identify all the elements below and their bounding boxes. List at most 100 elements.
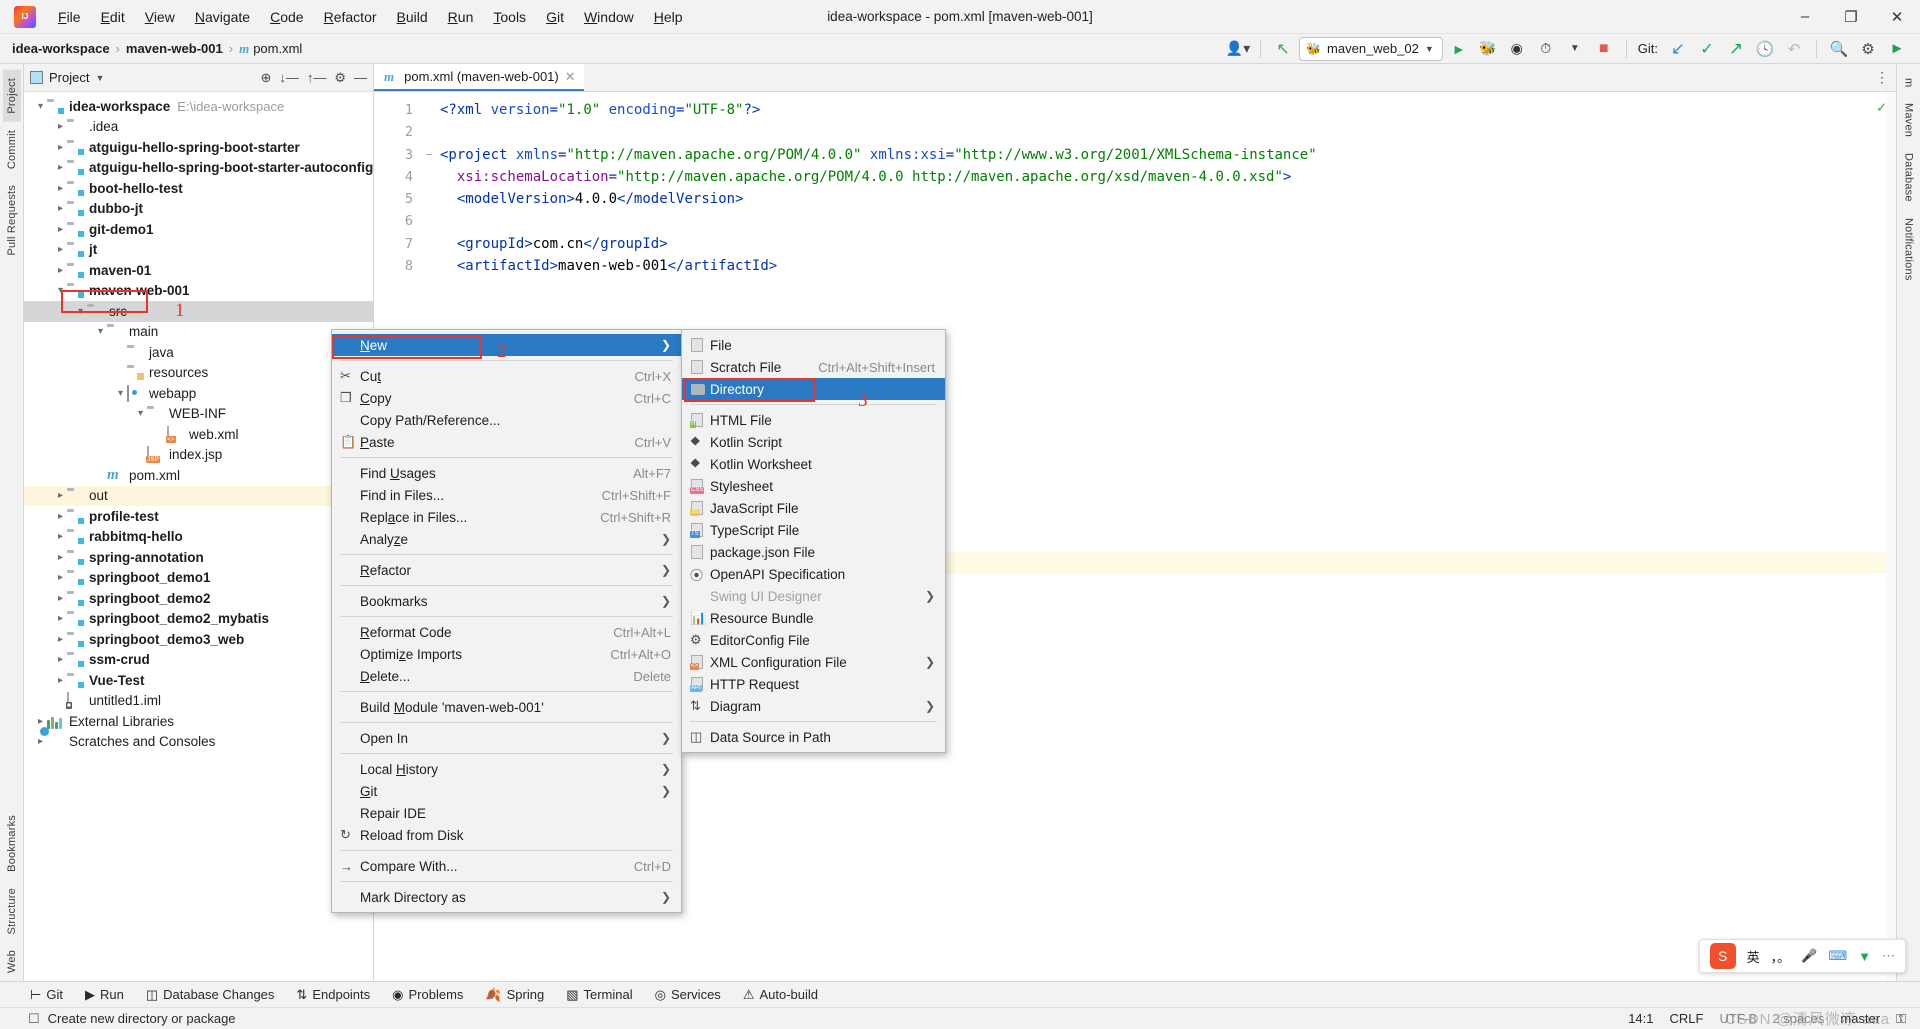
tree-node-git-demo1[interactable]: ▸ git-demo1 [24,219,373,240]
tree-toggle-icon[interactable]: ▸ [54,675,67,686]
tree-node-scratches-and-consoles[interactable]: ▸ Scratches and Consoles [24,732,373,753]
git-rollback-icon[interactable]: ↶ [1781,37,1807,61]
new-submenu-item-http-request[interactable]: API HTTP Request [682,673,945,695]
punctuation-icon[interactable]: ，。 [1771,947,1791,966]
tree-node-springboot-demo2[interactable]: ▸ springboot_demo2 [24,588,373,609]
tree-toggle-icon[interactable]: ▸ [54,634,67,645]
tree-toggle-icon[interactable]: ▾ [54,285,67,296]
fold-marker[interactable]: − [422,144,436,166]
tree-toggle-icon[interactable]: ▸ [54,531,67,542]
project-tree[interactable]: ▾ idea-workspace E:\idea-workspace ▸ .idea ▸ a… [24,92,373,981]
sidebar-item-commit[interactable]: Commit [3,122,21,177]
breadcrumb-pom-xml[interactable]: pom.xml [253,41,302,56]
tree-node-web-inf[interactable]: ▾ WEB-INF [24,404,373,425]
tree-node-idea-workspace[interactable]: ▾ idea-workspace E:\idea-workspace [24,96,373,117]
git-commit-icon[interactable]: ✓ [1694,37,1720,61]
tree-node-ssm-crud[interactable]: ▸ ssm-crud [24,650,373,671]
context-menu-item-analyze[interactable]: Analyze ❯ [332,528,681,550]
tree-node--idea[interactable]: ▸ .idea [24,117,373,138]
tree-toggle-icon[interactable]: ▸ [54,265,67,276]
new-submenu-item-html-file[interactable]: H HTML File [682,409,945,431]
sidebar-item-structure[interactable]: Structure [3,880,21,942]
more-icon[interactable]: ⋯ [1882,948,1895,964]
tree-toggle-icon[interactable]: ▸ [54,121,67,132]
tree-toggle-icon[interactable]: ▸ [54,572,67,583]
tree-toggle-icon[interactable]: ▸ [34,716,47,727]
tree-toggle-icon[interactable]: ▸ [54,244,67,255]
menu-file[interactable]: File [48,5,91,29]
context-menu-item-find-usages[interactable]: Find Usages Alt+F7 [332,462,681,484]
sidebar-item-notifications[interactable]: Notifications [1900,210,1918,289]
menu-code[interactable]: Code [260,5,313,29]
new-submenu-item-package-json-file[interactable]: package.json File [682,541,945,563]
tool-window-auto-build[interactable]: ⚠ Auto-build [743,987,818,1003]
stop-icon[interactable]: ■ [1591,37,1617,61]
new-submenu-item-stylesheet[interactable]: CSS Stylesheet [682,475,945,497]
caret-position[interactable]: 14:1 [1628,1011,1653,1026]
new-submenu-item-openapi-specification[interactable]: ⦿ OpenAPI Specification [682,563,945,585]
file-encoding[interactable]: UTF-8 [1719,1011,1756,1026]
tree-node-springboot-demo1[interactable]: ▸ springboot_demo1 [24,568,373,589]
maximize-button[interactable]: ❐ [1828,0,1874,34]
sidebar-item-web[interactable]: Web [3,942,21,981]
tree-node-external-libraries[interactable]: ▸ External Libraries [24,711,373,732]
tree-toggle-icon[interactable]: ▸ [54,224,67,235]
tool-window-run[interactable]: ▶ Run [85,987,124,1003]
git-history-icon[interactable]: 🕓 [1752,37,1778,61]
ime-tray[interactable]: S 英 ，。 🎤 ⌨ ▼ ⋯ [1698,939,1906,973]
new-submenu-item-resource-bundle[interactable]: 📊 Resource Bundle [682,607,945,629]
settings-gear-icon[interactable]: ⚙ [1855,37,1881,61]
tree-node-index-jsp[interactable]: JSP index.jsp [24,445,373,466]
tree-toggle-icon[interactable]: ▸ [54,203,67,214]
new-submenu[interactable]: File Scratch File Ctrl+Alt+Shift+Insert Dir… [681,329,946,753]
tree-toggle-icon[interactable]: ▸ [54,162,67,173]
keyboard-icon[interactable]: ⌨ [1828,948,1847,964]
tree-toggle-icon[interactable]: ▾ [94,326,107,337]
run-with-coverage-icon[interactable]: ◉ [1504,37,1530,61]
tree-node-main[interactable]: ▾ main [24,322,373,343]
editor-tab-pom-xml[interactable]: m pom.xml (maven-web-001) ✕ [374,64,584,91]
context-menu-item-find-in-files[interactable]: Find in Files... Ctrl+Shift+F [332,484,681,506]
search-everywhere-icon[interactable]: 🔍 [1826,37,1852,61]
tool-window-spring[interactable]: 🍂 Spring [485,987,544,1003]
tree-toggle-icon[interactable]: ▾ [134,408,147,419]
run-icon[interactable]: ► [1446,37,1472,61]
sidebar-item-pull-requests[interactable]: Pull Requests [3,177,21,263]
editor-scrollbar[interactable] [1886,92,1896,981]
debug-icon[interactable]: 🐝 [1475,37,1501,61]
expand-all-icon[interactable]: ↓— [279,70,299,86]
context-menu-item-mark-directory-as[interactable]: Mark Directory as ❯ [332,886,681,908]
menu-tools[interactable]: Tools [483,5,536,29]
tree-toggle-icon[interactable]: ▸ [54,654,67,665]
tree-node-atguigu-hello-spring-boot-starter-autoconfigu[interactable]: ▸ atguigu-hello-spring-boot-starter-autoc… [24,158,373,179]
context-menu-item-refactor[interactable]: Refactor ❯ [332,559,681,581]
context-menu-item-delete[interactable]: Delete... Delete [332,665,681,687]
tree-toggle-icon[interactable]: ▸ [54,511,67,522]
context-menu-item-bookmarks[interactable]: Bookmarks ❯ [332,590,681,612]
git-branch-status[interactable]: master [1840,1011,1880,1026]
context-menu-item-replace-in-files[interactable]: Replace in Files... Ctrl+Shift+R [332,506,681,528]
tool-window-problems[interactable]: ◉ Problems [392,987,463,1003]
new-submenu-item-editorconfig-file[interactable]: ⚙ EditorConfig File [682,629,945,651]
profiler-icon[interactable]: ⏱ [1533,37,1559,61]
close-button[interactable]: ✕ [1874,0,1920,34]
toolbox-icon[interactable]: ▼ [1858,949,1871,964]
indent-setting[interactable]: 2 spaces [1772,1011,1824,1026]
tree-toggle-icon[interactable]: ▸ [34,736,47,747]
sidebar-item-m[interactable]: m [1900,70,1918,95]
new-submenu-item-kotlin-worksheet[interactable]: ⯁ Kotlin Worksheet [682,453,945,475]
tree-node-jt[interactable]: ▸ jt [24,240,373,261]
tool-window-services[interactable]: ◎ Services [655,987,721,1003]
minimize-button[interactable]: – [1782,0,1828,34]
context-menu-item-new[interactable]: New ❯ [332,334,681,356]
collapse-all-icon[interactable]: ↑— [307,70,327,86]
tree-toggle-icon[interactable]: ▸ [54,593,67,604]
tree-node-maven-web-001[interactable]: ▾ maven-web-001 [24,281,373,302]
context-menu-item-optimize-imports[interactable]: Optimize Imports Ctrl+Alt+O [332,643,681,665]
context-menu-item-cut[interactable]: ✂ Cut Ctrl+X [332,365,681,387]
tree-node-pom-xml[interactable]: m pom.xml [24,465,373,486]
tree-node-profile-test[interactable]: ▸ profile-test [24,506,373,527]
context-menu-item-local-history[interactable]: Local History ❯ [332,758,681,780]
lock-icon[interactable]: ⚿ [1896,1011,1906,1027]
git-update-project-icon[interactable]: ↙ [1665,37,1691,61]
